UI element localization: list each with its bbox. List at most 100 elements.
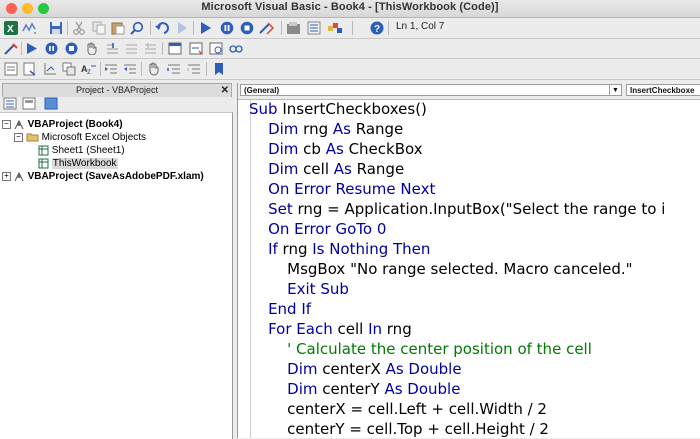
toggle-breakpoint-icon[interactable] [85,42,98,55]
code-line[interactable]: centerY = cell.Top + cell.Height / 2 [249,419,549,438]
code-token: On Error Resume Next [249,180,436,198]
procedure-dropdown[interactable]: InsertCheckboxe [626,84,700,96]
complete-word-icon[interactable]: Az [81,62,97,76]
reset-icon[interactable] [240,21,254,35]
step-out-icon[interactable] [144,42,157,55]
toggle-breakpoint-icon[interactable] [147,62,160,76]
excel-icon[interactable]: X [4,21,18,35]
run-icon[interactable] [26,42,38,55]
undo-icon[interactable] [155,21,169,35]
paste-icon[interactable] [111,21,125,35]
code-token: centerX = cell.Left + cell.Width / 2 [249,400,547,418]
chevron-down-icon: ▼ [609,85,621,95]
code-line[interactable]: On Error GoTo 0 [249,219,386,239]
tree-item-thisworkbook[interactable]: ThisWorkbook [38,157,118,170]
bookmark-icon[interactable] [212,62,226,76]
folder-icon [26,133,39,142]
tree-item-excel-objects[interactable]: − Microsoft Excel Objects [14,131,146,144]
code-line[interactable]: End If [249,299,311,319]
code-token: centerX [322,360,386,378]
code-line[interactable]: MsgBox "No range selected. Macro cancele… [249,259,633,279]
project-icon [14,119,24,130]
quick-watch-icon[interactable] [229,42,243,55]
break-icon[interactable] [45,42,58,55]
uncomment-block-icon[interactable] [187,62,201,76]
view-code-icon[interactable] [3,97,17,110]
find-icon[interactable] [130,21,144,35]
code-token: Dim [249,120,304,138]
code-line[interactable]: On Error Resume Next [249,179,435,199]
edit-toolbar: Az [0,59,700,80]
step-into-icon[interactable] [106,42,119,55]
immediate-window-icon[interactable] [189,42,203,55]
design-mode-icon[interactable] [259,21,275,35]
reset-icon[interactable] [65,42,78,55]
code-line[interactable]: Dim centerY As Double [249,379,460,399]
code-token: Sub [249,100,283,118]
list-properties-icon[interactable] [4,62,18,76]
project-explorer-icon[interactable] [286,21,301,35]
code-token: rng [282,240,313,258]
break-icon[interactable] [220,21,234,35]
cut-icon[interactable] [72,21,86,35]
code-combo-bar: (General) ▼ InsertCheckboxe [238,83,700,100]
copy-icon[interactable] [92,21,106,35]
project-tree: − VBAProject (Book4) − Microsoft Excel O… [0,112,233,439]
run-icon[interactable] [200,21,212,35]
code-line[interactable]: Dim centerX As Double [249,359,461,379]
close-icon[interactable]: ✕ [221,84,229,97]
code-token: MsgBox "No range selected. Macro cancele… [249,260,633,278]
svg-text:z: z [87,67,91,76]
code-line[interactable]: Exit Sub [249,279,349,299]
redo-icon[interactable] [176,21,188,35]
workbook-icon [38,158,49,169]
code-token: End If [249,300,312,318]
code-line[interactable]: Sub InsertCheckboxes() [249,100,427,119]
toggle-folders-icon[interactable] [44,97,58,110]
code-token: ' Calculate the center position of the c… [249,340,592,358]
help-icon[interactable]: ? [370,21,384,35]
code-token: centerY [322,380,385,398]
code-token: If [249,240,283,258]
code-line[interactable]: For Each cell In rng [249,319,412,339]
code-line[interactable]: centerX = cell.Left + cell.Width / 2 [249,399,547,419]
insert-icon[interactable] [22,21,38,35]
code-token: Dim [249,160,304,178]
code-token: Dim [249,360,323,378]
locals-window-icon[interactable] [168,42,182,55]
save-icon[interactable] [49,21,63,35]
design-mode-icon[interactable] [4,42,18,55]
view-object-icon[interactable] [22,97,36,110]
comment-block-icon[interactable] [167,62,181,76]
code-editor[interactable]: Sub InsertCheckboxes() Dim rng As Range … [238,100,700,438]
tree-item-vbaproject-saveasadobepdf[interactable]: + VBAProject (SaveAsAdobePDF.xlam) [2,170,204,183]
tree-item-vbaproject-book4[interactable]: − VBAProject (Book4) [2,118,123,131]
code-line[interactable]: Dim rng As Range [249,119,403,139]
code-line[interactable]: Set rng = Application.InputBox("Select t… [249,199,665,219]
worksheet-icon [38,145,49,156]
collapse-icon[interactable]: − [14,132,23,142]
cursor-position-status: Ln 1, Col 7 [396,21,445,32]
object-dropdown[interactable]: (General) ▼ [240,84,622,96]
code-line[interactable]: If rng Is Nothing Then [249,239,430,259]
properties-icon[interactable] [307,21,322,35]
code-token: CheckBox [348,140,423,158]
indent-icon[interactable] [104,62,118,76]
code-line[interactable]: Dim cell As Range [249,159,404,179]
quick-info-icon[interactable] [43,62,57,76]
tree-item-sheet1[interactable]: Sheet1 (Sheet1) [38,144,125,157]
step-over-icon[interactable] [125,42,138,55]
list-constants-icon[interactable] [23,62,37,76]
outdent-icon[interactable] [123,62,137,76]
object-browser-icon[interactable] [327,21,343,35]
code-line[interactable]: ' Calculate the center position of the c… [249,339,592,359]
collapse-icon[interactable]: − [2,119,11,129]
code-token: As Double [384,380,461,398]
project-panel-title: Project - VBAProject ✕ [2,83,232,98]
watch-window-icon[interactable] [209,42,223,55]
parameter-info-icon[interactable] [62,62,76,76]
svg-text:X: X [7,24,14,35]
expand-icon[interactable]: + [2,171,11,181]
code-line[interactable]: Dim cb As CheckBox [249,139,423,159]
code-token: centerY = cell.Top + cell.Height / 2 [249,420,549,438]
